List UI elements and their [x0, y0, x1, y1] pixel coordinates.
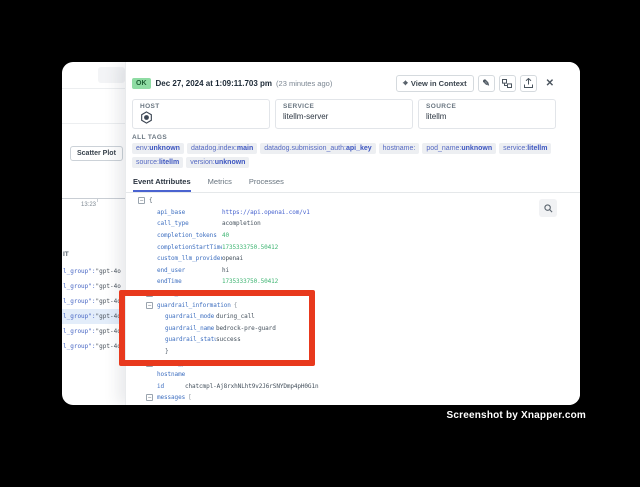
table-row[interactable]: l_group":"gpt-4o	[62, 324, 125, 339]
background-widget	[98, 67, 125, 83]
target-icon: ⌖	[403, 79, 408, 88]
search-icon	[544, 204, 553, 213]
event-timestamp: Dec 27, 2024 at 1:09:11.703 pm	[156, 79, 273, 88]
divider	[62, 123, 125, 124]
background-table: l_group":"gpt-4ol_group":"gpt-4ol_group"…	[62, 264, 125, 354]
json-row: call_typeacompletion	[132, 218, 540, 230]
host-hexagon-icon	[140, 111, 153, 124]
edit-button[interactable]: ✎	[478, 75, 495, 92]
json-row: idchatcmpl-Aj8rxhNLht9v2J6rSNYDmp4pH0G1n	[132, 381, 540, 393]
panel-toolbar: ⌖ View in Context ✎	[396, 75, 556, 92]
json-row: completionStartTime1735333750.50412	[132, 241, 540, 253]
json-row: −{	[132, 195, 540, 207]
watermark-text: Screenshot by Xnapper.com	[447, 410, 587, 421]
host-card[interactable]: HOST	[132, 99, 270, 129]
search-attributes-button[interactable]	[539, 199, 557, 217]
json-row: hostname	[132, 369, 540, 381]
tag-pill[interactable]: datadog.submission_auth:api_key	[260, 143, 375, 154]
view-in-context-label: View in Context	[411, 79, 467, 88]
collapse-icon[interactable]: −	[146, 394, 153, 401]
collapse-icon[interactable]: −	[138, 197, 145, 204]
chart-axis-label: 13:23	[81, 202, 96, 208]
background-table-header: IT	[63, 251, 69, 258]
event-time-ago: (23 minutes ago)	[276, 79, 332, 88]
all-tags-label: ALL TAGS	[132, 134, 167, 141]
source-card[interactable]: SOURCE litellm	[418, 99, 556, 129]
json-row: endTime1735333750.50412	[132, 276, 540, 288]
tag-pill[interactable]: env:unknown	[132, 143, 184, 154]
tag-pill[interactable]: datadog.index:main	[187, 143, 257, 154]
view-in-context-button[interactable]: ⌖ View in Context	[396, 75, 474, 92]
service-card[interactable]: SERVICE litellm-server	[275, 99, 413, 129]
tab-processes[interactable]: Processes	[249, 174, 284, 192]
close-icon: ✕	[546, 78, 554, 89]
host-card-label: HOST	[140, 103, 262, 110]
source-card-label: SOURCE	[426, 103, 548, 110]
scatter-plot-button[interactable]: Scatter Plot	[70, 146, 123, 161]
related-data-icon	[502, 79, 512, 88]
json-row: api_basehttps://api.openai.com/v1	[132, 207, 540, 219]
panel-header: OK Dec 27, 2024 at 1:09:11.703 pm (23 mi…	[132, 74, 556, 92]
related-data-button[interactable]	[499, 75, 516, 92]
status-badge: OK	[132, 78, 151, 89]
json-row: completion_tokens40	[132, 230, 540, 242]
tags-list: env:unknowndatadog.index:maindatadog.sub…	[132, 143, 556, 168]
service-card-label: SERVICE	[283, 103, 405, 110]
export-icon	[524, 78, 533, 88]
table-row[interactable]: l_group":"gpt-4o	[62, 279, 125, 294]
json-row: −messages[	[132, 392, 540, 404]
pencil-icon: ✎	[482, 79, 490, 88]
table-row[interactable]: l_group":"gpt-4o	[62, 294, 125, 309]
divider	[62, 88, 125, 89]
table-row[interactable]: l_group":"gpt-4o	[62, 339, 125, 354]
close-button[interactable]: ✕	[544, 75, 556, 92]
chart-axis-tick	[97, 199, 98, 202]
tag-pill[interactable]: pod_name:unknown	[422, 143, 496, 154]
tag-pill[interactable]: source:litellm	[132, 157, 183, 168]
source-card-value: litellm	[426, 112, 548, 121]
table-row[interactable]: l_group":"gpt-4o	[62, 264, 125, 279]
service-card-value: litellm-server	[283, 112, 405, 121]
json-row: custom_llm_provideropenai	[132, 253, 540, 265]
summary-cards: HOST SERVICE litellm-server SOURCE litel…	[132, 99, 556, 129]
tag-pill[interactable]: service:litellm	[499, 143, 551, 154]
tag-pill[interactable]: hostname:	[379, 143, 420, 154]
export-button[interactable]	[520, 75, 537, 92]
chart-axis	[62, 198, 128, 199]
tab-metrics[interactable]: Metrics	[208, 174, 232, 192]
json-row: end_userhi	[132, 265, 540, 277]
tab-event-attributes[interactable]: Event Attributes	[133, 174, 191, 192]
table-row[interactable]: l_group":"gpt-4o	[62, 309, 125, 324]
panel-tabs: Event Attributes Metrics Processes	[126, 174, 580, 193]
tag-pill[interactable]: version:unknown	[186, 157, 249, 168]
red-highlight-annotation	[119, 290, 315, 366]
